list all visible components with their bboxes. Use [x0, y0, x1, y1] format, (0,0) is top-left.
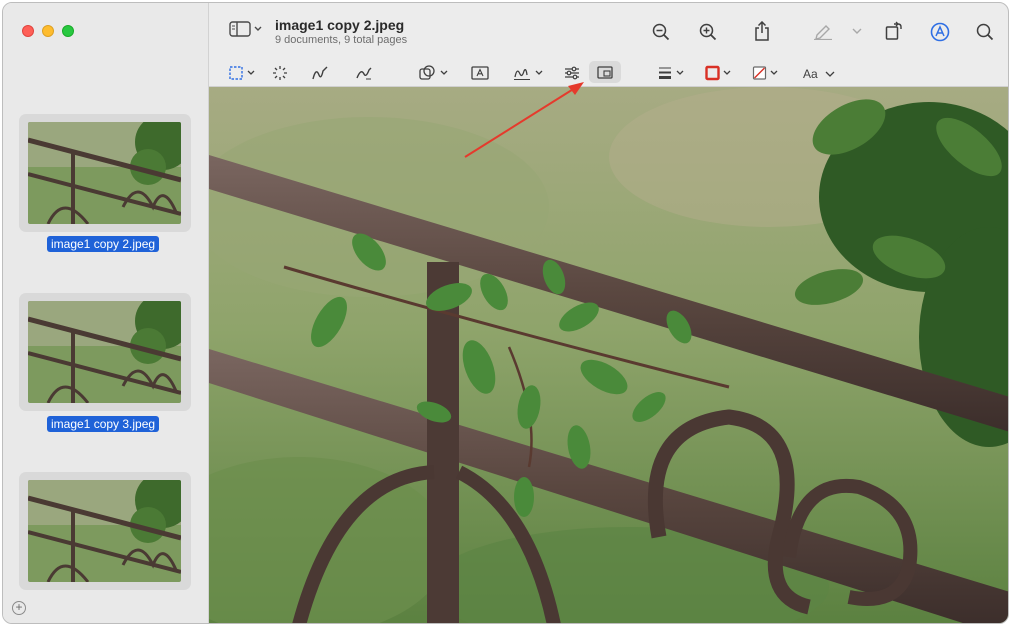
adjust-color-icon[interactable]	[564, 66, 580, 80]
thumbnail-image	[28, 301, 181, 403]
text-box-icon[interactable]	[471, 66, 489, 80]
thumbnail-label[interactable]: image1 copy 2.jpeg	[47, 236, 160, 252]
markup-icon[interactable]	[930, 22, 950, 42]
thumbnail-3[interactable]	[19, 472, 191, 590]
window-subtitle: 9 documents, 9 total pages	[275, 34, 408, 46]
line-style-icon[interactable]	[658, 66, 686, 80]
zoom-window-button[interactable]	[62, 25, 74, 37]
sidebar: image1 copy 2.jpeg image1 copy 3.jpeg +	[3, 3, 209, 623]
plus-circle-icon[interactable]: +	[12, 601, 26, 615]
fill-color-icon[interactable]	[752, 65, 780, 81]
sign-icon[interactable]	[513, 65, 545, 81]
thumbnail-image	[28, 480, 181, 582]
thumbnail-2[interactable]	[19, 293, 191, 411]
sketch-icon[interactable]	[311, 65, 329, 81]
shapes-icon[interactable]	[419, 65, 451, 81]
preview-window: image1 copy 2.jpeg image1 copy 3.jpeg + …	[2, 2, 1009, 624]
instant-alpha-icon[interactable]	[272, 65, 288, 81]
rotate-icon[interactable]	[885, 21, 903, 41]
text-style-button[interactable]: Aa	[803, 67, 818, 81]
main-image	[209, 87, 1008, 623]
highlighter-icon[interactable]	[813, 22, 833, 40]
close-window-button[interactable]	[22, 25, 34, 37]
chevron-down-icon[interactable]	[852, 28, 862, 34]
minimize-window-button[interactable]	[42, 25, 54, 37]
thumbnail-label[interactable]: image1 copy 3.jpeg	[47, 416, 160, 432]
document-canvas[interactable]	[209, 87, 1008, 623]
text-style-label: Aa	[803, 67, 818, 81]
draw-icon[interactable]	[355, 65, 373, 81]
zoom-in-icon[interactable]	[699, 23, 717, 41]
sidebar-toggle-icon[interactable]	[229, 21, 263, 37]
rectangular-selection-icon[interactable]	[229, 66, 257, 80]
border-color-icon[interactable]	[705, 65, 733, 81]
chevron-down-icon[interactable]	[825, 71, 835, 77]
title-bar: image1 copy 2.jpeg 9 documents, 9 total …	[209, 3, 1008, 55]
thumbnail-1[interactable]	[19, 114, 191, 232]
thumbnail-image	[28, 122, 181, 224]
zoom-out-icon[interactable]	[652, 23, 670, 41]
window-title: image1 copy 2.jpeg	[275, 17, 405, 33]
search-icon[interactable]	[976, 23, 994, 41]
markup-toolbar: Aa	[209, 55, 1008, 87]
adjust-size-icon[interactable]	[597, 66, 613, 79]
share-icon[interactable]	[754, 21, 770, 41]
